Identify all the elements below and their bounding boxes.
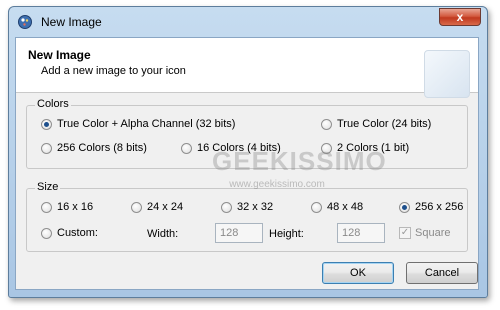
radio-label: 256 Colors (8 bits) bbox=[57, 142, 147, 154]
ok-button[interactable]: OK bbox=[322, 262, 394, 284]
radio-button-icon[interactable] bbox=[131, 201, 142, 213]
radio-true-color[interactable]: True Color (24 bits) bbox=[321, 118, 431, 130]
radio-label: 48 x 48 bbox=[327, 201, 364, 213]
radio-size-16[interactable]: 16 x 16 bbox=[41, 201, 93, 213]
window-title: New Image bbox=[41, 15, 102, 29]
radio-label: 256 x 256 bbox=[415, 201, 464, 213]
close-button[interactable]: x bbox=[439, 8, 481, 26]
radio-size-256[interactable]: 256 x 256 bbox=[399, 201, 463, 213]
title-bar[interactable]: New Image x bbox=[9, 7, 487, 37]
checkmark-icon[interactable]: ✓ bbox=[399, 227, 411, 239]
radio-label: 16 Colors (4 bits) bbox=[197, 142, 281, 154]
paint-palette-icon bbox=[17, 14, 33, 30]
radio-button-icon[interactable] bbox=[41, 201, 52, 213]
radio-button-icon[interactable] bbox=[399, 201, 410, 213]
radio-16-colors[interactable]: 16 Colors (4 bits) bbox=[181, 142, 281, 154]
radio-label: 32 x 32 bbox=[237, 201, 274, 213]
radio-button-icon[interactable] bbox=[41, 142, 52, 154]
square-label: Square bbox=[415, 227, 451, 239]
cancel-button[interactable]: Cancel bbox=[406, 262, 478, 284]
colors-group: Colors True Color + Alpha Channel (32 bi… bbox=[26, 98, 468, 169]
height-label: Height: bbox=[269, 228, 304, 240]
dialog-body: New Image Add a new image to your icon C… bbox=[15, 37, 479, 290]
width-label: Width: bbox=[147, 228, 179, 240]
radio-label: 2 Colors (1 bit) bbox=[337, 142, 410, 154]
radio-label: 16 x 16 bbox=[57, 201, 94, 213]
close-icon: x bbox=[456, 10, 464, 24]
header-graphic bbox=[424, 50, 470, 98]
new-image-dialog: New Image x New Image Add a new image to… bbox=[8, 6, 488, 298]
dialog-header: New Image Add a new image to your icon bbox=[16, 38, 478, 98]
radio-button-icon[interactable] bbox=[41, 227, 52, 239]
radio-size-custom[interactable]: Custom: bbox=[41, 227, 98, 239]
radio-button-icon[interactable] bbox=[311, 201, 322, 213]
radio-label: Custom: bbox=[57, 227, 98, 239]
radio-2-colors[interactable]: 2 Colors (1 bit) bbox=[321, 142, 409, 154]
width-input[interactable] bbox=[215, 223, 263, 243]
size-group: Size 16 x 16 24 x 24 32 x 32 48 x 48 256… bbox=[26, 181, 468, 252]
header-subtitle: Add a new image to your icon bbox=[41, 65, 186, 77]
radio-button-icon[interactable] bbox=[321, 118, 332, 130]
radio-size-24[interactable]: 24 x 24 bbox=[131, 201, 183, 213]
radio-256-colors[interactable]: 256 Colors (8 bits) bbox=[41, 142, 147, 154]
radio-label: 24 x 24 bbox=[147, 201, 184, 213]
size-group-label: Size bbox=[35, 181, 61, 193]
height-input[interactable] bbox=[337, 223, 385, 243]
radio-size-32[interactable]: 32 x 32 bbox=[221, 201, 273, 213]
radio-button-icon[interactable] bbox=[221, 201, 232, 213]
radio-button-icon[interactable] bbox=[181, 142, 192, 154]
radio-label: True Color (24 bits) bbox=[337, 118, 432, 130]
radio-button-icon[interactable] bbox=[321, 142, 332, 154]
radio-button-icon[interactable] bbox=[41, 118, 52, 130]
square-checkbox[interactable]: ✓ Square bbox=[399, 227, 450, 239]
radio-true-color-alpha[interactable]: True Color + Alpha Channel (32 bits) bbox=[41, 118, 235, 130]
radio-size-48[interactable]: 48 x 48 bbox=[311, 201, 363, 213]
radio-label: True Color + Alpha Channel (32 bits) bbox=[57, 118, 236, 130]
header-title: New Image bbox=[28, 48, 91, 62]
colors-group-label: Colors bbox=[35, 98, 71, 110]
